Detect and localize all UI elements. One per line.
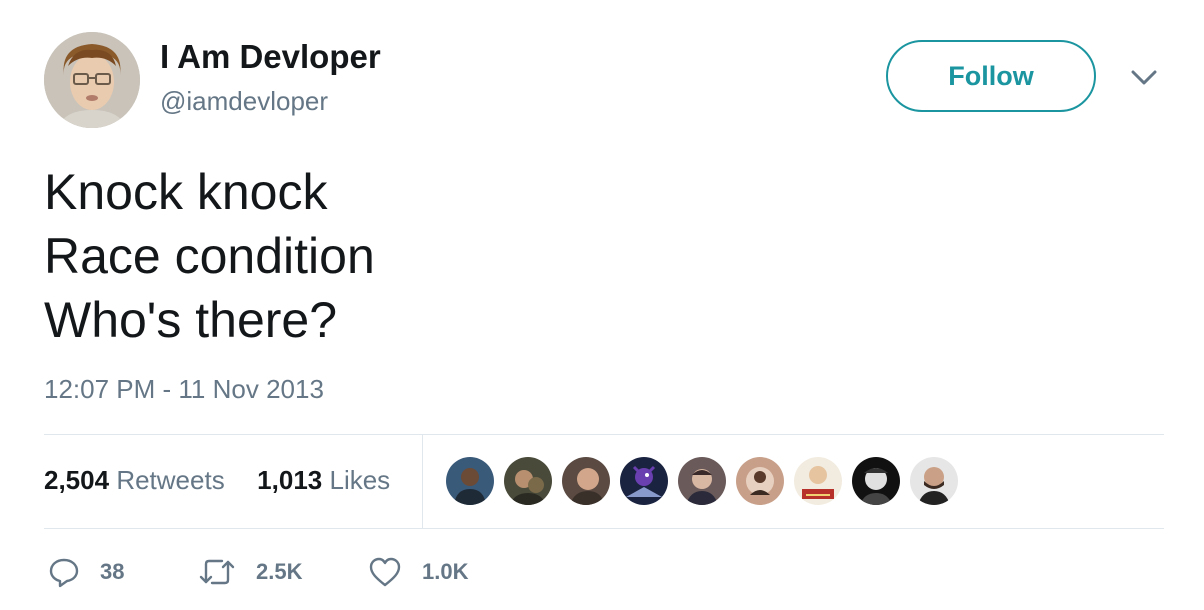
likes-stat[interactable]: 1,013 Likes [257,465,390,495]
tweet-timestamp[interactable]: 12:07 PM - 11 Nov 2013 [44,374,324,405]
likes-count: 1,013 [257,465,323,495]
reply-count: 38 [100,559,125,584]
divider [422,435,423,528]
liker-avatar-icon [504,457,552,505]
liker-avatar-icon [446,457,494,505]
liker-avatar[interactable] [910,457,958,505]
liker-avatar[interactable] [678,457,726,505]
liker-avatar[interactable] [794,457,842,505]
retweets-label: Retweets [116,465,225,495]
liker-avatar[interactable] [562,457,610,505]
author-display-name[interactable]: I Am Devloper [160,38,381,76]
retweet-count: 2.5K [256,559,303,584]
liker-avatar-icon [794,457,842,505]
reply-icon [49,558,79,588]
liker-avatar-icon [852,457,900,505]
liker-avatar[interactable] [736,457,784,505]
tweet-text: Knock knock Race condition Who's there? [44,160,375,352]
liker-avatar[interactable] [446,457,494,505]
tweet-line: Who's there? [44,292,338,348]
profile-photo-icon [44,32,140,128]
liker-avatar-icon [736,457,784,505]
liker-avatar[interactable] [504,457,552,505]
liker-avatar-icon [562,457,610,505]
retweets-stat[interactable]: 2,504 Retweets [44,465,232,495]
tweet-stats: 2,504 Retweets 1,013 Likes [44,465,390,496]
liker-avatar-icon [910,457,958,505]
chevron-down-icon [1131,70,1157,85]
tweet-actions: 38 2.5K 1.0K [48,556,468,588]
liker-avatar-icon [620,457,668,505]
retweet-icon [199,559,235,585]
divider [44,528,1164,529]
liker-avatars [446,457,968,505]
follow-button[interactable]: Follow [886,40,1096,112]
reply-button[interactable]: 38 [48,556,198,588]
tweet-line: Race condition [44,228,375,284]
likes-label: Likes [329,465,391,495]
retweets-count: 2,504 [44,465,110,495]
tweet-line: Knock knock [44,164,328,220]
retweet-button[interactable]: 2.5K [198,556,368,588]
divider [44,434,1164,435]
heart-icon [369,557,401,587]
liker-avatar[interactable] [852,457,900,505]
like-button[interactable]: 1.0K [368,556,468,588]
liker-avatar-icon [678,457,726,505]
author-handle[interactable]: @iamdevloper [160,86,328,117]
more-options-button[interactable] [1128,66,1160,90]
liker-avatar[interactable] [620,457,668,505]
author-avatar[interactable] [44,32,140,128]
like-count: 1.0K [422,559,469,584]
